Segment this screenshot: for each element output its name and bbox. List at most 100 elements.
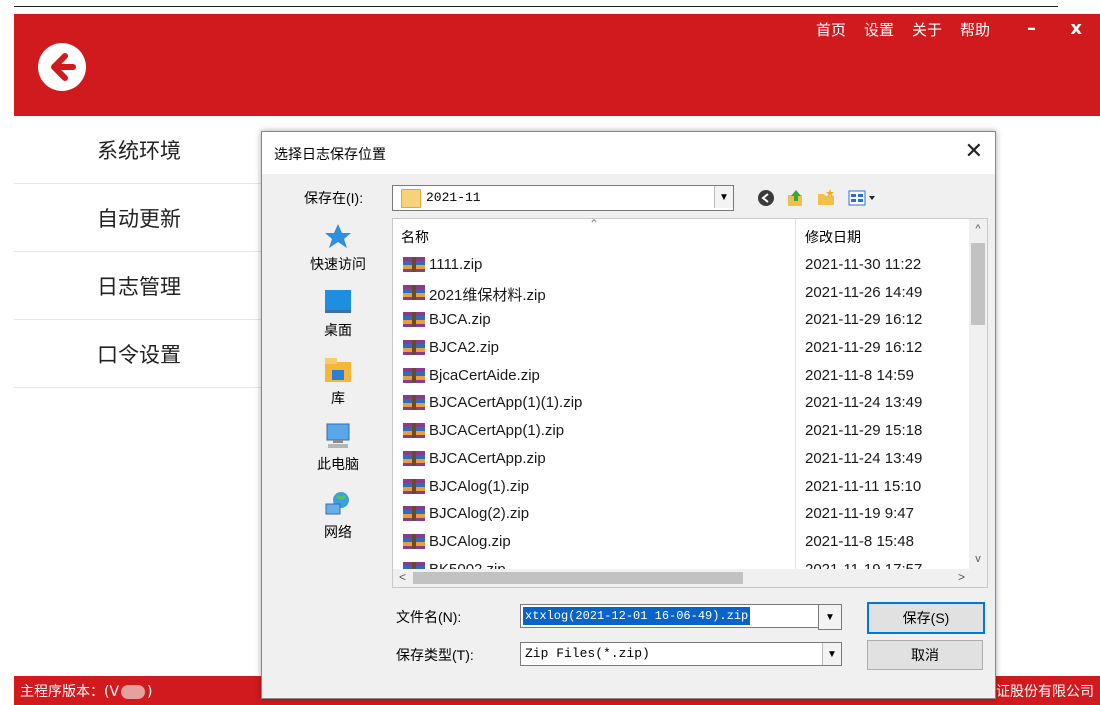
place-label: 网络 <box>324 524 352 540</box>
horizontal-scrollbar[interactable]: < > <box>393 569 987 587</box>
file-name: BJCA2.zip <box>429 339 500 357</box>
zip-archive-icon <box>403 340 425 356</box>
zip-archive-icon <box>403 284 425 300</box>
filetype-value: Zip Files(*.zip) <box>525 646 650 661</box>
back-nav-icon[interactable] <box>756 188 776 208</box>
file-row[interactable]: 2021维保材料.zip 2021-11-26 14:49 <box>393 279 969 307</box>
library-icon <box>325 358 351 382</box>
file-name: BJCA.zip <box>429 311 491 329</box>
version-redacted <box>121 684 146 699</box>
file-row[interactable]: BJCACertApp.zip 2021-11-24 13:49 <box>393 445 969 473</box>
place-label: 快速访问 <box>310 256 366 272</box>
chevron-down-icon[interactable]: ▼ <box>714 186 733 208</box>
places-bar: 快速访问 桌面 库 此电脑 网络 <box>288 218 388 578</box>
vertical-scroll-thumb[interactable] <box>971 243 985 325</box>
place-quick-access[interactable]: 快速访问 <box>288 222 388 274</box>
column-header-modified[interactable]: 修改日期 <box>805 227 861 247</box>
new-folder-icon[interactable] <box>816 188 836 208</box>
vertical-scrollbar[interactable]: ^ v <box>969 219 987 569</box>
file-modified-date: 2021-11-19 9:47 <box>805 505 914 523</box>
save-dialog: 选择日志保存位置 ✕ 保存在(I): 2021-11 ▼ 快速访问 桌面 库 此… <box>261 131 996 699</box>
star-icon <box>325 224 351 248</box>
file-modified-date: 2021-11-30 11:22 <box>805 256 922 273</box>
place-this-pc[interactable]: 此电脑 <box>288 422 388 474</box>
nav-about[interactable]: 关于 <box>912 19 942 40</box>
back-button[interactable] <box>38 43 86 91</box>
file-modified-date: 2021-11-29 16:12 <box>805 311 923 329</box>
zip-archive-icon <box>403 395 425 411</box>
sidebar-item-log-management[interactable]: 日志管理 <box>14 252 262 320</box>
look-in-label: 保存在(I): <box>304 190 364 206</box>
scroll-left-icon[interactable]: < <box>399 570 406 584</box>
look-in-combo[interactable]: 2021-11 ▼ <box>392 185 734 211</box>
file-row[interactable]: 1111.zip 2021-11-30 11:22 <box>393 251 969 279</box>
window-close-button[interactable]: x <box>1070 18 1082 39</box>
file-modified-date: 2021-11-8 15:48 <box>805 532 914 550</box>
place-library[interactable]: 库 <box>288 356 388 408</box>
save-button[interactable]: 保存(S) <box>867 602 985 634</box>
zip-archive-icon <box>403 367 425 383</box>
filename-label: 文件名(N): <box>396 609 462 625</box>
scroll-down-icon[interactable]: v <box>969 553 987 565</box>
file-name: BjcaCertAide.zip <box>429 366 540 384</box>
file-rows: 1111.zip 2021-11-30 11:22 2021维保材料.zip 2021… <box>393 251 969 583</box>
file-row[interactable]: BjcaCertAide.zip 2021-11-8 14:59 <box>393 362 969 390</box>
file-row[interactable]: BJCAlog(2).zip 2021-11-19 9:47 <box>393 500 969 528</box>
cancel-button[interactable]: 取消 <box>867 640 983 670</box>
file-modified-date: 2021-11-29 16:12 <box>805 339 923 357</box>
scroll-up-icon[interactable]: ^ <box>969 223 987 235</box>
file-name: 1111.zip <box>429 256 483 273</box>
file-name: BJCACertApp(1).zip <box>429 422 565 440</box>
network-icon <box>325 492 349 515</box>
file-modified-date: 2021-11-8 14:59 <box>805 366 914 384</box>
up-folder-icon[interactable] <box>786 188 806 208</box>
file-modified-date: 2021-11-29 15:18 <box>805 422 923 440</box>
place-desktop[interactable]: 桌面 <box>288 288 388 340</box>
chevron-down-icon[interactable]: ▼ <box>822 643 841 665</box>
file-name: 2021维保材料.zip <box>429 286 546 304</box>
file-row[interactable]: BJCA2.zip 2021-11-29 16:12 <box>393 334 969 362</box>
sidebar-item-auto-update[interactable]: 自动更新 <box>14 184 262 252</box>
zip-archive-icon <box>403 533 425 549</box>
place-label: 库 <box>331 390 345 406</box>
back-arrow-icon <box>51 53 76 81</box>
column-header-name[interactable]: 名称 <box>401 227 429 247</box>
dialog-title: 选择日志保存位置 <box>274 146 386 162</box>
dialog-close-button[interactable]: ✕ <box>965 138 983 164</box>
file-row[interactable]: BJCACertApp(1)(1).zip 2021-11-24 13:49 <box>393 389 969 417</box>
nav-settings[interactable]: 设置 <box>864 19 894 40</box>
sidebar-item-password-settings[interactable]: 口令设置 <box>14 320 262 388</box>
filetype-combo[interactable]: Zip Files(*.zip) ▼ <box>520 642 842 666</box>
filename-value: xtxlog(2021-12-01 16-06-49).zip <box>523 607 751 625</box>
place-network[interactable]: 网络 <box>288 490 388 542</box>
view-menu-icon[interactable] <box>846 188 880 208</box>
file-row[interactable]: BJCACertApp(1).zip 2021-11-29 15:18 <box>393 417 969 445</box>
nav-help[interactable]: 帮助 <box>960 19 990 40</box>
computer-icon <box>326 423 350 448</box>
file-modified-date: 2021-11-11 15:10 <box>805 477 922 495</box>
file-row[interactable]: BJCAlog.zip 2021-11-8 15:48 <box>393 528 969 556</box>
file-row[interactable]: BJCA.zip 2021-11-29 16:12 <box>393 306 969 334</box>
file-name: BJCACertApp(1)(1).zip <box>429 394 583 412</box>
zip-archive-icon <box>403 312 425 328</box>
zip-archive-icon <box>403 478 425 494</box>
sidebar-item-system-env[interactable]: 系统环境 <box>14 116 262 184</box>
zip-archive-icon <box>403 257 425 272</box>
place-label: 此电脑 <box>317 456 359 472</box>
minimize-button[interactable]: – <box>1027 18 1036 39</box>
scroll-right-icon[interactable]: > <box>958 570 965 584</box>
file-modified-date: 2021-11-26 14:49 <box>805 283 923 301</box>
filename-dropdown-icon[interactable]: ▼ <box>818 604 842 630</box>
file-name: BJCACertApp.zip <box>429 449 546 467</box>
file-row[interactable]: BJCAlog(1).zip 2021-11-11 15:10 <box>393 473 969 501</box>
nav-home[interactable]: 首页 <box>816 19 846 40</box>
dialog-titlebar: 选择日志保存位置 ✕ <box>262 132 995 174</box>
look-in-value: 2021-11 <box>426 190 481 205</box>
horizontal-scroll-thumb[interactable] <box>413 572 743 584</box>
file-name: BJCAlog(1).zip <box>429 477 530 495</box>
file-list-header: 名称 ⌃ 修改日期 <box>393 219 969 587</box>
version-prefix: 主程序版本：(V <box>20 683 120 700</box>
filetype-label: 保存类型(T): <box>396 647 474 663</box>
filename-field[interactable]: xtxlog(2021-12-01 16-06-49).zip <box>520 604 820 628</box>
top-nav: 首页 设置 关于 帮助 <box>816 19 990 40</box>
